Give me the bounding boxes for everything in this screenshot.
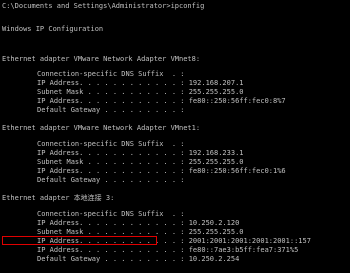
adapter-header-vmnet8: Ethernet adapter VMware Network Adapter … (2, 55, 201, 63)
adapter-header-local-connection-3: Ethernet adapter 本地连接 3: (2, 194, 115, 202)
vmnet1-dns-suffix-row: Connection-specific DNS Suffix . : (37, 140, 185, 148)
adapter-header-vmnet1: Ethernet adapter VMware Network Adapter … (2, 124, 201, 132)
vmnet8-ip-address-row: IP Address. . . . . . . . . . . . : 192.… (37, 79, 244, 87)
vmnet1-default-gateway-row: Default Gateway . . . . . . . . . : (37, 176, 185, 184)
local3-ipv6-link-local-row: IP Address. . . . . . . . . . . . : fe80… (37, 246, 299, 254)
local3-default-gateway-row: Default Gateway . . . . . . . . . : 10.2… (37, 255, 240, 263)
prompt-command-line: C:\Documents and Settings\Administrator>… (2, 2, 205, 10)
output-title: Windows IP Configuration (2, 25, 104, 33)
highlight-box (2, 236, 157, 245)
vmnet1-ip-address-row: IP Address. . . . . . . . . . . . : 192.… (37, 149, 244, 157)
vmnet1-subnet-mask-row: Subnet Mask . . . . . . . . . . . : 255.… (37, 158, 244, 166)
vmnet8-subnet-mask-row: Subnet Mask . . . . . . . . . . . : 255.… (37, 88, 244, 96)
local3-subnet-mask-row: Subnet Mask . . . . . . . . . . . : 255.… (37, 228, 244, 236)
vmnet8-default-gateway-row: Default Gateway . . . . . . . . . : (37, 106, 185, 114)
local3-dns-suffix-row: Connection-specific DNS Suffix . : (37, 210, 185, 218)
local3-ip-address-row: IP Address. . . . . . . . . . . . : 10.2… (37, 219, 240, 227)
command-prompt-window[interactable]: C:\Documents and Settings\Administrator>… (0, 0, 350, 273)
vmnet8-ipv6-address-row: IP Address. . . . . . . . . . . . : fe80… (37, 97, 286, 105)
vmnet1-ipv6-address-row: IP Address. . . . . . . . . . . . : fe80… (37, 167, 286, 175)
vmnet8-dns-suffix-row: Connection-specific DNS Suffix . : (37, 70, 185, 78)
